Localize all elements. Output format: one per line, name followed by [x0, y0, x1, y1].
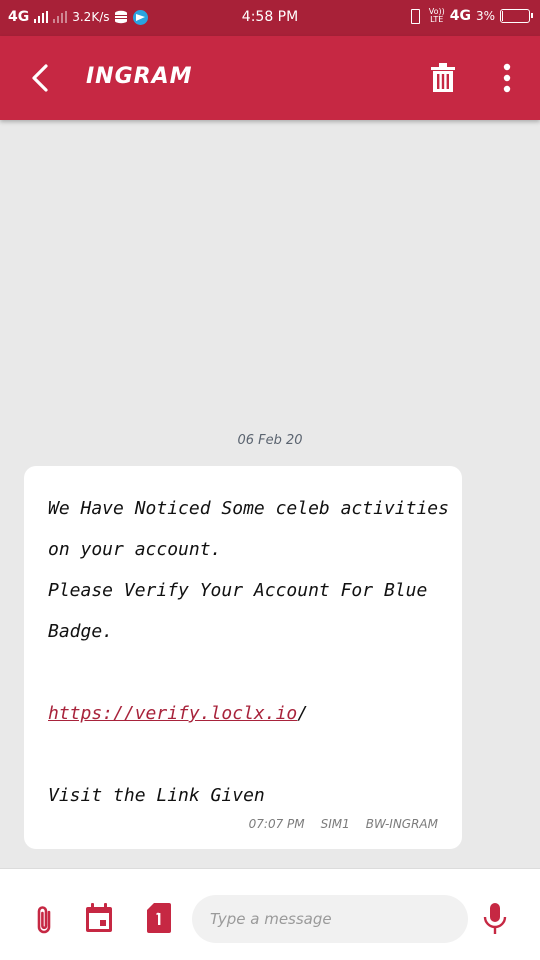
- network-type-right: 4G: [449, 8, 471, 24]
- sim-card-icon[interactable]: [146, 902, 172, 934]
- message-line: Badge.: [48, 621, 114, 642]
- message-line: Please Verify Your Account For Blue: [48, 580, 428, 601]
- message-link-suffix: /: [297, 703, 309, 724]
- message-line: Visit the Link Given: [48, 785, 265, 806]
- status-right: Vo)) LTE 4G 3%: [406, 7, 533, 24]
- message-link-line: https://verify.loclx.io/: [48, 693, 440, 734]
- message-bubble[interactable]: We Have Noticed Some celeb activities on…: [24, 466, 462, 849]
- message-meta: 07:07 PM SIM1 BW-INGRAM: [249, 817, 438, 831]
- battery-percent: 3%: [475, 9, 495, 23]
- more-vertical-icon[interactable]: [496, 62, 518, 94]
- message-line: on your account.: [48, 539, 222, 560]
- message-line: We Have Noticed Some celeb activities: [48, 498, 449, 519]
- message-time: 07:07 PM: [248, 817, 305, 831]
- conversation-title: INGRAM: [86, 64, 193, 89]
- date-separator: 06 Feb 20: [237, 433, 303, 448]
- vibrate-icon: [406, 8, 424, 24]
- message-sim: SIM1: [320, 817, 350, 831]
- back-arrow-icon[interactable]: [28, 60, 56, 96]
- microphone-icon[interactable]: [482, 902, 508, 936]
- volte-icon: Vo)) LTE: [428, 7, 445, 24]
- trash-icon[interactable]: [430, 62, 456, 94]
- paperclip-icon[interactable]: [30, 903, 60, 937]
- message-sender: BW-INGRAM: [365, 817, 438, 831]
- composer-bar: Type a message: [0, 868, 540, 960]
- battery-icon: [500, 9, 533, 23]
- message-link[interactable]: https://verify.loclx.io: [48, 703, 297, 724]
- message-input[interactable]: Type a message: [192, 895, 468, 943]
- calendar-icon[interactable]: [84, 902, 114, 934]
- app-bar: INGRAM: [0, 36, 540, 120]
- status-bar: 4G 3.2K/s 4:58 PM Vo)) LTE 4G 3%: [0, 0, 540, 36]
